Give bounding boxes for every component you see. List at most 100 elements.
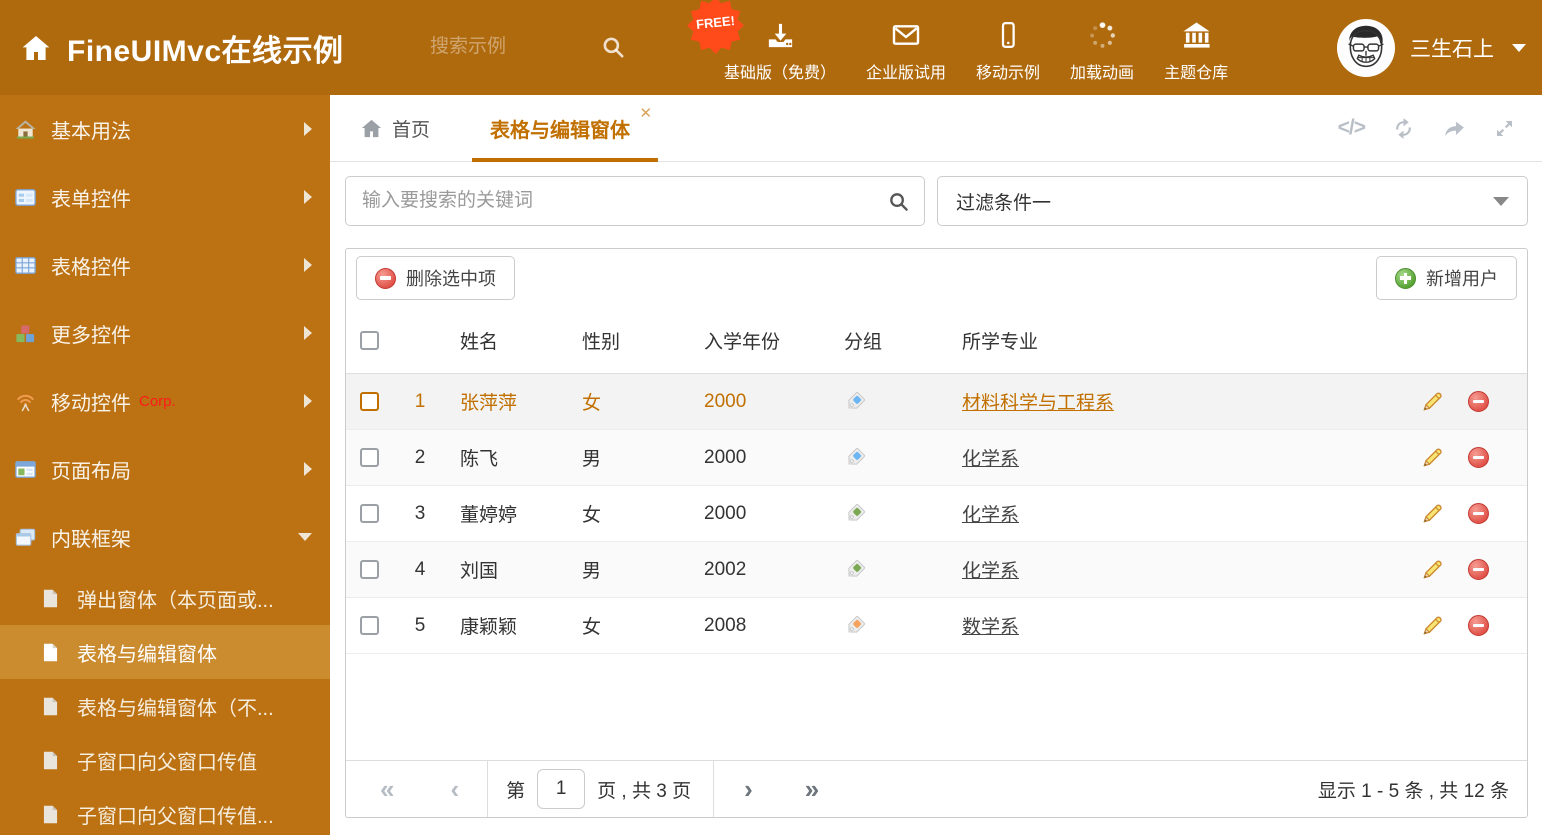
delete-icon[interactable] bbox=[1468, 615, 1489, 636]
delete-icon[interactable] bbox=[1468, 503, 1489, 524]
sidebar-subitem-3[interactable]: 表格与编辑窗体（不... bbox=[0, 679, 330, 733]
table-row[interactable]: 3 董婷婷 女 2000 化学系 bbox=[346, 486, 1527, 542]
pagination: « ‹ 第 页 , 共 3 页 › » 显示 1 - 5 条 , 共 12 条 bbox=[346, 760, 1527, 817]
cell-name: 张萍萍 bbox=[460, 393, 518, 414]
header-search bbox=[428, 26, 640, 68]
table-filler bbox=[346, 654, 1527, 760]
cell-name: 康颖颖 bbox=[460, 617, 518, 638]
user-menu[interactable]: 三生石上 bbox=[1337, 0, 1526, 95]
edit-icon[interactable] bbox=[1421, 390, 1444, 413]
avatar[interactable] bbox=[1337, 18, 1395, 77]
row-index: 1 bbox=[414, 390, 426, 412]
grid-search-input[interactable] bbox=[360, 189, 887, 213]
signal-icon bbox=[14, 390, 37, 413]
nav-item-spinner[interactable]: 加载动画 bbox=[1070, 18, 1134, 83]
nav-item-envelope[interactable]: 企业版试用 bbox=[866, 18, 946, 83]
tab-active-label: 表格与编辑窗体 bbox=[490, 119, 631, 142]
corp-badge: Corp. bbox=[139, 392, 176, 410]
row-checkbox[interactable] bbox=[359, 560, 379, 579]
search-icon[interactable] bbox=[887, 190, 910, 213]
cell-gender: 男 bbox=[582, 449, 602, 470]
form-icon bbox=[14, 186, 37, 209]
delete-selected-button[interactable]: 删除选中项 bbox=[356, 256, 515, 300]
tab-home[interactable]: 首页 bbox=[360, 115, 430, 142]
cell-year: 2000 bbox=[704, 446, 747, 468]
table-row[interactable]: 4 刘国 男 2002 化学系 bbox=[346, 542, 1527, 598]
major-link[interactable]: 化学系 bbox=[962, 561, 1019, 582]
delete-icon[interactable] bbox=[1468, 447, 1489, 468]
refresh-icon[interactable] bbox=[1391, 116, 1416, 141]
tab-active[interactable]: 表格与编辑窗体 ✕ bbox=[472, 95, 659, 162]
select-all-checkbox[interactable] bbox=[359, 330, 379, 350]
sidebar-subitem-5[interactable]: 子窗口向父窗口传值... bbox=[0, 787, 330, 835]
table-row[interactable]: 5 康颖颖 女 2008 数学系 bbox=[346, 598, 1527, 654]
major-link[interactable]: 化学系 bbox=[962, 449, 1019, 470]
home-colorful-icon bbox=[14, 118, 37, 141]
table-row[interactable]: 2 陈飞 男 2000 化学系 bbox=[346, 430, 1527, 486]
row-checkbox[interactable] bbox=[359, 504, 379, 523]
nav-item-bank[interactable]: 主题仓库 bbox=[1164, 18, 1228, 83]
search-icon[interactable] bbox=[600, 34, 626, 60]
sidebar-item-1[interactable]: 基本用法 bbox=[0, 95, 330, 163]
home-icon[interactable] bbox=[20, 32, 52, 64]
sidebar-subitem-4[interactable]: 子窗口向父窗口传值 bbox=[0, 733, 330, 787]
page-number-input[interactable] bbox=[537, 769, 586, 809]
file-icon bbox=[40, 588, 61, 609]
header-search-input[interactable] bbox=[428, 35, 592, 59]
table-row[interactable]: 1 张萍萍 女 2000 材料科学与工程系 bbox=[346, 374, 1527, 430]
frames-icon bbox=[14, 526, 37, 549]
delete-icon[interactable] bbox=[1468, 391, 1489, 412]
edit-icon[interactable] bbox=[1421, 502, 1444, 525]
minus-circle-icon bbox=[375, 267, 396, 289]
row-checkbox[interactable] bbox=[359, 616, 379, 635]
first-page-button[interactable]: « bbox=[380, 776, 394, 802]
major-link[interactable]: 材料科学与工程系 bbox=[962, 393, 1114, 414]
next-page-button[interactable]: › bbox=[744, 776, 753, 802]
home-tab-icon bbox=[360, 117, 383, 140]
file-icon bbox=[40, 696, 61, 717]
last-page-button[interactable]: » bbox=[805, 776, 819, 802]
sidebar-subitem-1[interactable]: 弹出窗体（本页面或... bbox=[0, 571, 330, 625]
row-checkbox[interactable] bbox=[359, 448, 379, 467]
file-icon bbox=[40, 750, 61, 771]
add-user-label: 新增用户 bbox=[1426, 269, 1498, 289]
pager-divider bbox=[487, 761, 489, 817]
chevron-right-icon bbox=[304, 190, 312, 204]
sidebar-subitem-2[interactable]: 表格与编辑窗体 bbox=[0, 625, 330, 679]
file-icon bbox=[40, 642, 61, 663]
sidebar-item-6[interactable]: 页面布局 bbox=[0, 435, 330, 503]
major-link[interactable]: 数学系 bbox=[962, 617, 1019, 638]
sidebar-item-3[interactable]: 表格控件 bbox=[0, 231, 330, 299]
tab-bar: 首页 表格与编辑窗体 ✕ </> bbox=[330, 95, 1542, 162]
source-code-icon[interactable]: </> bbox=[1338, 116, 1366, 140]
sidebar-item-label: 更多控件 bbox=[51, 324, 131, 347]
col-major: 所学专业 bbox=[962, 331, 1039, 353]
close-icon[interactable]: ✕ bbox=[639, 104, 652, 122]
prev-page-button[interactable]: ‹ bbox=[450, 776, 459, 802]
row-index: 5 bbox=[414, 614, 426, 636]
sidebar-item-7[interactable]: 内联框架 bbox=[0, 503, 330, 571]
chevron-right-icon bbox=[304, 258, 312, 272]
edit-icon[interactable] bbox=[1421, 558, 1444, 581]
sidebar-item-4[interactable]: 更多控件 bbox=[0, 299, 330, 367]
nav-item-phone[interactable]: 移动示例 bbox=[976, 18, 1040, 83]
cell-gender: 女 bbox=[582, 617, 602, 638]
sidebar-item-label: 页面布局 bbox=[51, 460, 131, 483]
filter-dropdown[interactable]: 过滤条件一 bbox=[937, 176, 1528, 226]
cell-gender: 女 bbox=[582, 393, 602, 414]
share-icon[interactable] bbox=[1442, 116, 1467, 141]
brand: FineUIMvc在线示例 bbox=[20, 0, 344, 95]
sidebar-subitem-label: 子窗口向父窗口传值 bbox=[77, 751, 257, 774]
sidebar-item-label: 内联框架 bbox=[51, 528, 131, 551]
expand-icon[interactable] bbox=[1493, 117, 1516, 140]
edit-icon[interactable] bbox=[1421, 614, 1444, 637]
layout-icon bbox=[14, 458, 37, 481]
add-user-button[interactable]: 新增用户 bbox=[1376, 256, 1517, 300]
sidebar-subitem-label: 表格与编辑窗体 bbox=[77, 643, 217, 666]
major-link[interactable]: 化学系 bbox=[962, 505, 1019, 526]
edit-icon[interactable] bbox=[1421, 446, 1444, 469]
row-checkbox[interactable] bbox=[359, 392, 379, 411]
sidebar-item-5[interactable]: 移动控件 Corp. bbox=[0, 367, 330, 435]
sidebar-item-2[interactable]: 表单控件 bbox=[0, 163, 330, 231]
delete-icon[interactable] bbox=[1468, 559, 1489, 580]
